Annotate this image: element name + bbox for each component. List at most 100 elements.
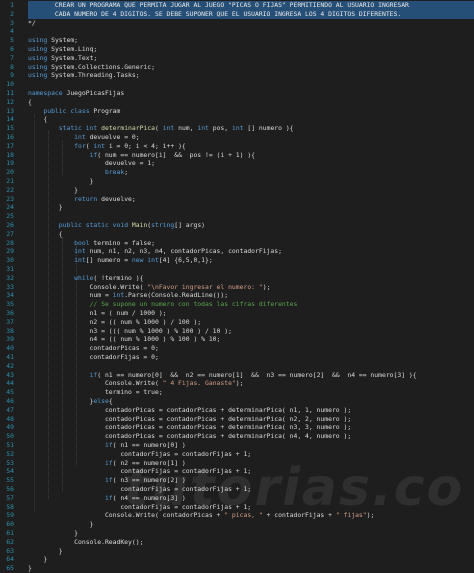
code-text: public static void Main(string[] args) (28, 221, 205, 230)
code-token: contadorFijas = 0; (28, 353, 159, 361)
code-line[interactable]: 39 n4 = (( num % 1000 ) % 100 ) % 10; (0, 335, 474, 344)
code-token: n1 = ( num / 1000 ); (28, 309, 167, 317)
code-token: JuegoPicasFijas (62, 89, 125, 97)
code-line[interactable]: 22 } (0, 186, 474, 195)
line-number: 27 (6, 229, 14, 238)
code-line[interactable]: 43 if( n1 == numero[0] && n2 == numero[1… (0, 371, 474, 380)
code-line[interactable]: 11 namespace JuegoPicasFijas (0, 89, 474, 98)
code-line[interactable]: 30 int[] numero = new int[4] {6,5,0,1}; (0, 256, 474, 265)
code-line[interactable]: 36 n1 = ( num / 1000 ); (0, 309, 474, 318)
code-line[interactable]: 50 contadorPicas = contadorPicas + deter… (0, 432, 474, 441)
code-line[interactable]: 14 { (0, 115, 474, 124)
code-token: .Parse(Console.ReadLine()); (124, 291, 229, 300)
code-line[interactable]: 8 using System.Collections.Generic; (0, 63, 474, 72)
line-number: 16 (6, 133, 14, 141)
code-token: if (104, 493, 113, 502)
code-line[interactable]: 38 n3 = ((( num % 1000 ) % 100 ) / 10 ); (0, 327, 474, 336)
code-token: [] numero ){ (243, 124, 294, 133)
line-number: 38 (6, 326, 14, 335)
code-line[interactable]: 32 while( !termino ){ (0, 274, 474, 283)
code-token: contadorFijas = contadorFijas + 1; (28, 449, 252, 458)
code-line[interactable]: 47 contadorPicas = contadorPicas + deter… (0, 406, 474, 415)
code-line[interactable]: 25 (0, 212, 474, 221)
code-line[interactable]: 44 Console.Write( " 4 Fijas. Ganaste"); (0, 379, 474, 388)
code-line[interactable]: 65} (0, 564, 474, 573)
code-line[interactable]: 48 contadorPicas = contadorPicas + deter… (0, 415, 474, 424)
code-line[interactable]: 16 int devuelve = 0; (0, 133, 474, 142)
code-text: } (28, 520, 94, 529)
code-line[interactable]: 12 { (0, 98, 474, 107)
code-token: } (28, 564, 32, 573)
code-line[interactable]: 5 using System; (0, 36, 474, 45)
code-line[interactable]: 17 for( int i = 0; i < 4; i++ ){ (0, 142, 474, 151)
code-line[interactable]: 33 Console.Write( "\nFavor ingresar el n… (0, 283, 474, 292)
code-token: if (104, 458, 113, 467)
code-line[interactable]: 21 } (0, 177, 474, 186)
code-line[interactable]: 45 termino = true; (0, 388, 474, 397)
code-line[interactable]: 3 */ (0, 19, 474, 28)
code-line[interactable]: 6 using System.Linq; (0, 45, 474, 54)
code-token: ( n1 == numero[0] && n2 == numero[1] && … (97, 370, 417, 379)
code-token: } (28, 546, 63, 555)
code-text: { (28, 115, 47, 124)
code-line[interactable]: 35 // Se supone un numero con todas las … (0, 300, 474, 309)
code-line[interactable]: 34 num = int.Parse(Console.ReadLine()); (0, 291, 474, 300)
code-token: ); (235, 379, 244, 388)
code-line[interactable]: 2 CADA NUMERO DE 4 DIGITOS. SE DEBE SUPO… (0, 9, 474, 19)
code-line[interactable]: 64 } (0, 555, 474, 564)
code-line[interactable]: 27 { (0, 230, 474, 239)
code-text: int[] numero = new int[4] {6,5,0,1}; (28, 256, 213, 265)
code-line[interactable]: 9 using System.Threading.Tasks; (0, 71, 474, 80)
code-line[interactable]: 62 Console.ReadKey(); (0, 538, 474, 547)
code-line[interactable]: 15 static int determinarPica( int num, i… (0, 124, 474, 133)
code-text: n3 = ((( num % 1000 ) % 100 ) / 10 ); (28, 327, 232, 336)
code-token: contadorPicas = contadorPicas + determin… (28, 432, 352, 441)
line-number: 7 (10, 53, 14, 62)
code-line[interactable]: 29 int num, n1, n2, n3, n4, contadorPica… (0, 247, 474, 256)
line-number: 8 (10, 62, 14, 71)
code-token: ( n1 == numero[0] ) (112, 441, 186, 449)
code-text: } (28, 186, 78, 195)
code-token: int (93, 141, 105, 150)
code-token: devuelve = 1; (28, 159, 155, 168)
code-line[interactable]: 19 devuelve = 1; (0, 159, 474, 168)
code-line[interactable]: 4 (0, 27, 474, 36)
code-token: bool (74, 238, 90, 247)
code-line[interactable]: 40 contadorPicas = 0; (0, 344, 474, 353)
code-token: string (151, 221, 175, 229)
line-number: 24 (6, 203, 14, 212)
line-number: 34 (6, 291, 14, 300)
code-line[interactable]: 61 } (0, 529, 474, 538)
line-number: 44 (6, 379, 14, 388)
code-line[interactable]: 18 if( num == numero[i] && pos != (i + 1… (0, 151, 474, 160)
line-number: 23 (6, 194, 14, 203)
code-line[interactable]: 42 (0, 362, 474, 371)
code-line[interactable]: 20 break; (0, 168, 474, 177)
code-line[interactable]: 13 public class Program (0, 107, 474, 116)
code-line[interactable]: 24 } (0, 203, 474, 212)
code-line[interactable]: 49 contadorPicas = contadorPicas + deter… (0, 423, 474, 432)
code-line[interactable]: 23 return devuelve; (0, 195, 474, 204)
code-line[interactable]: 7 using System.Text; (0, 54, 474, 63)
code-line[interactable]: 31 (0, 265, 474, 274)
code-line[interactable]: 41 contadorFijas = 0; (0, 353, 474, 362)
code-token: using (28, 71, 48, 80)
code-line[interactable]: 46 }else{ (0, 397, 474, 406)
code-line[interactable]: 37 n2 = (( num % 1000 ) / 100 ); (0, 318, 474, 327)
code-line[interactable]: 1 CREAR UN PROGRAMA QUE PERMITA JUGAR AL… (0, 1, 474, 10)
code-editor[interactable]: 1 CREAR UN PROGRAMA QUE PERMITA JUGAR AL… (0, 0, 474, 572)
code-line[interactable]: 28 bool termino = false; (0, 239, 474, 248)
code-line[interactable]: 51 if( n1 == numero[0] ) (0, 441, 474, 450)
line-number: 60 (6, 520, 14, 529)
code-line[interactable]: 60 } (0, 520, 474, 529)
code-token: [] args) (174, 221, 206, 229)
code-line[interactable]: 26 public static void Main(string[] args… (0, 221, 474, 230)
code-line[interactable]: 10 (0, 80, 474, 89)
code-line[interactable]: 63 } (0, 547, 474, 556)
code-token: " 4 Fijas. Ganaste" (162, 379, 236, 388)
line-number: 52 (6, 449, 14, 458)
code-text: { (28, 230, 63, 239)
